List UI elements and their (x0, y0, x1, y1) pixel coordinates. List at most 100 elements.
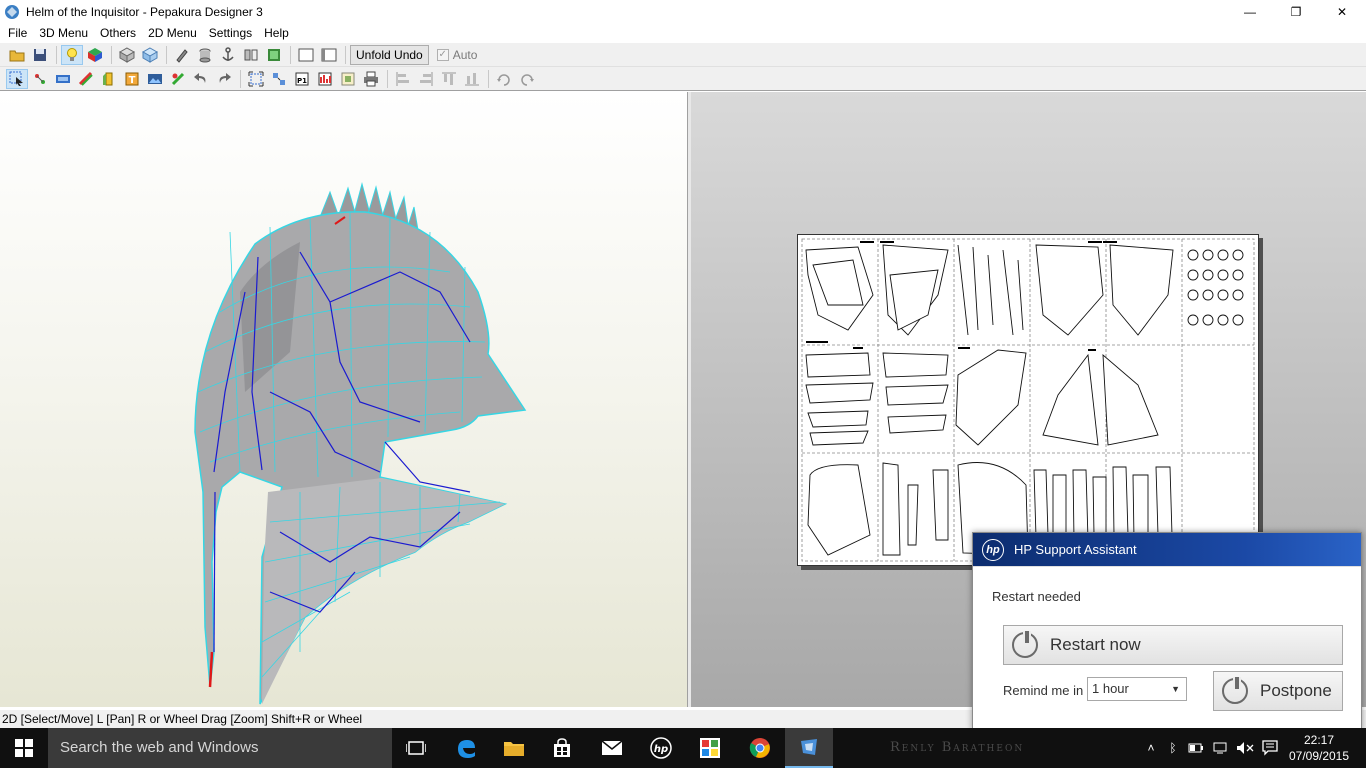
align-left-button[interactable] (392, 69, 414, 89)
minimize-button[interactable]: — (1227, 0, 1273, 23)
title-bar: Helm of the Inquisitor - Pepakura Design… (0, 0, 1366, 23)
flatten-button[interactable] (240, 45, 262, 65)
print-button[interactable] (360, 69, 382, 89)
scale-button[interactable] (314, 69, 336, 89)
mail-button[interactable] (588, 728, 636, 768)
menu-2d[interactable]: 2D Menu (142, 26, 203, 40)
chrome-button[interactable] (736, 728, 784, 768)
pencil-icon (176, 48, 188, 63)
text-button[interactable]: T (121, 69, 143, 89)
toolbar-separator (345, 45, 346, 64)
scale-icon (318, 72, 332, 85)
menu-settings[interactable]: Settings (203, 26, 258, 40)
windows-logo-icon (15, 739, 33, 757)
menu-others[interactable]: Others (94, 26, 142, 40)
redo-button[interactable] (213, 69, 235, 89)
tray-chevron-up-icon[interactable]: ˄ (1140, 741, 1162, 755)
anchor-button[interactable] (217, 45, 239, 65)
3d-model-view[interactable] (0, 92, 688, 707)
open-file-button[interactable] (6, 45, 28, 65)
blue-cube-icon (142, 46, 158, 63)
printer-icon (364, 71, 378, 86)
redo-arrow-icon (219, 72, 231, 83)
join-edges-button[interactable] (52, 69, 74, 89)
postpone-button[interactable]: Postpone (1213, 671, 1343, 711)
taskbar-clock[interactable]: 22:17 07/09/2015 (1284, 732, 1354, 764)
hp-app-button[interactable]: hp (637, 728, 685, 768)
restart-message: Restart needed (992, 589, 1081, 604)
pepakura-taskbar-button[interactable] (785, 728, 833, 768)
pencil-button[interactable] (171, 45, 193, 65)
join-faces-icon (268, 48, 280, 61)
taskbar-search-box[interactable]: Search the web and Windows (48, 728, 392, 768)
unfolded-pattern-pieces (801, 238, 1255, 562)
edge-browser-button[interactable] (442, 728, 490, 768)
menu-3d[interactable]: 3D Menu (33, 26, 94, 40)
start-button[interactable] (0, 728, 48, 768)
join-button[interactable] (263, 45, 285, 65)
restart-now-button[interactable]: Restart now (1003, 625, 1343, 665)
menu-file[interactable]: File (2, 26, 33, 40)
print-page-sheet (797, 234, 1259, 566)
helmet-dome (194, 211, 527, 705)
single-view-button[interactable] (295, 45, 317, 65)
rotate-90-button[interactable] (493, 69, 515, 89)
rotate-minus-90-button[interactable] (516, 69, 538, 89)
split-pane-icon (321, 48, 337, 61)
network-icon[interactable] (1212, 742, 1228, 754)
task-view-button[interactable] (392, 728, 440, 768)
remind-label: Remind me in (1003, 683, 1084, 698)
auto-checkbox[interactable]: ✓ Auto (436, 48, 477, 62)
texture-button[interactable] (84, 45, 106, 65)
main-toolbar: Unfold Undo ✓ Auto (0, 43, 1366, 67)
toolbar-separator (290, 45, 291, 64)
save-button[interactable] (29, 45, 51, 65)
remind-interval-value: 1 hour (1092, 681, 1129, 696)
lighting-button[interactable] (61, 44, 83, 65)
align-right-button[interactable] (415, 69, 437, 89)
app-tiles-button[interactable] (686, 728, 734, 768)
hp-logo-icon: hp (982, 538, 1004, 561)
rotate-part-button[interactable] (29, 69, 51, 89)
align-bottom-button[interactable] (461, 69, 483, 89)
arrange-parts-button[interactable] (268, 69, 290, 89)
image-button[interactable] (144, 69, 166, 89)
toolbar-separator (166, 45, 167, 64)
page-number-button[interactable]: P1 (291, 69, 313, 89)
file-explorer-button[interactable] (490, 728, 538, 768)
edge-id-button[interactable] (75, 69, 97, 89)
svg-text:P1: P1 (297, 77, 307, 85)
film-strip-icon (56, 74, 70, 83)
undo-arrow-icon (194, 72, 206, 83)
folder-open-icon (9, 50, 25, 61)
action-center-icon[interactable] (1262, 740, 1278, 756)
store-button[interactable] (538, 728, 586, 768)
fit-page-icon (248, 71, 264, 86)
bluetooth-icon[interactable]: ᛒ (1162, 741, 1184, 755)
remind-interval-select[interactable]: 1 hour ▼ (1087, 677, 1187, 701)
helmet-3d-model (194, 182, 527, 705)
menu-help[interactable]: Help (258, 26, 295, 40)
anchor-icon (222, 46, 234, 61)
fit-to-page-button[interactable] (245, 69, 267, 89)
battery-icon[interactable] (1188, 743, 1204, 753)
edge-id-icon (78, 71, 93, 86)
wireframe-cube-button[interactable] (116, 45, 138, 65)
close-button[interactable]: ✕ (1319, 0, 1365, 23)
align-top-button[interactable] (438, 69, 460, 89)
volume-muted-icon[interactable] (1236, 741, 1254, 755)
undo-button[interactable] (190, 69, 212, 89)
pepakura-icon (801, 739, 817, 755)
flap-button[interactable] (98, 69, 120, 89)
page-setup-button[interactable] (337, 69, 359, 89)
checkmark-icon: ✓ (436, 48, 449, 61)
split-view-button[interactable] (318, 45, 340, 65)
select-move-button[interactable] (6, 68, 28, 89)
unfold-undo-button[interactable]: Unfold Undo (350, 44, 429, 65)
tiles-app-icon (700, 738, 720, 758)
blue-cube-button[interactable] (139, 45, 161, 65)
maximize-button[interactable]: ❐ (1273, 0, 1319, 23)
add-flap-button[interactable] (167, 69, 189, 89)
cylinder-button[interactable] (194, 45, 216, 65)
system-tray: ˄ ᛒ (1140, 728, 1282, 768)
